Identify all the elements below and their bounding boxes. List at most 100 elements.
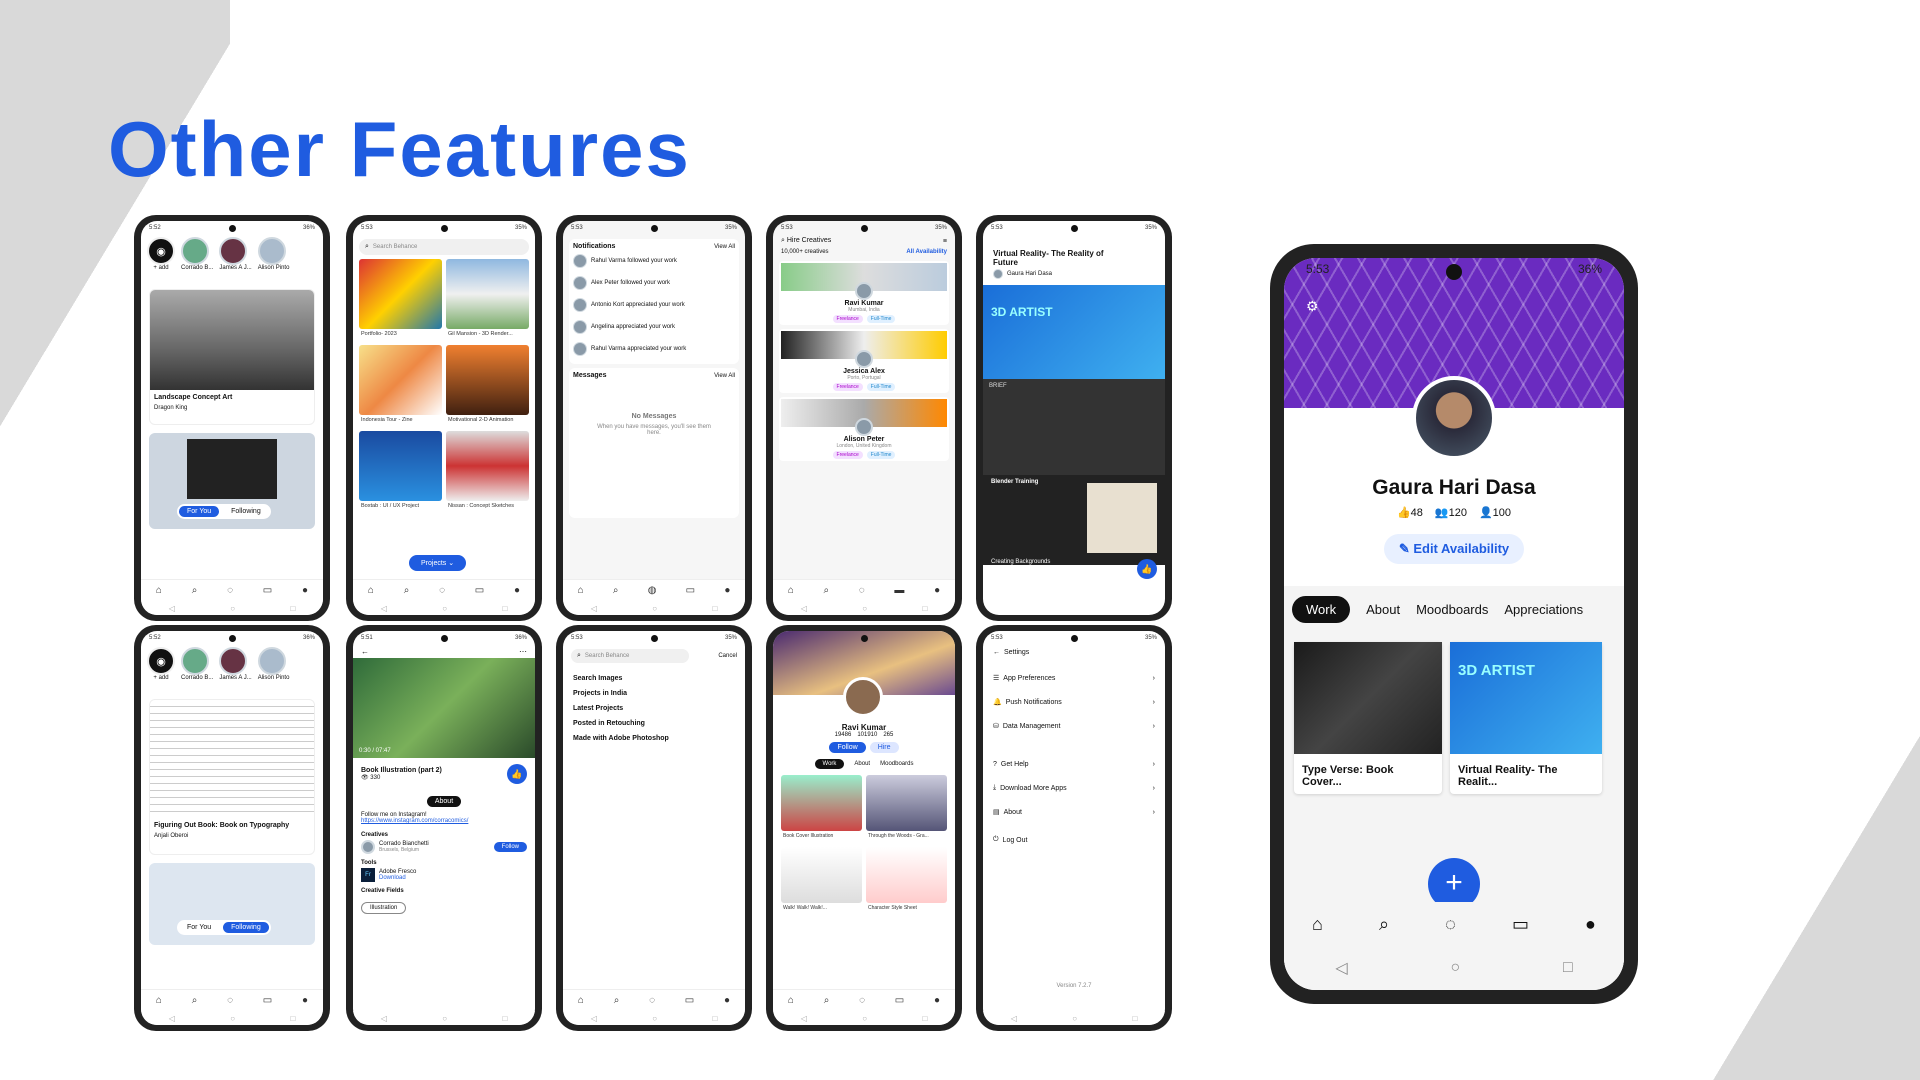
feed-card[interactable]: For You Following [149,433,315,529]
briefcase-icon[interactable]: ▭ [263,585,272,596]
tab-appreciations[interactable]: Appreciations [1504,602,1583,617]
settings-item[interactable]: ▤ About › [983,800,1165,824]
recents-icon[interactable]: □ [502,604,507,613]
home-button-icon[interactable]: ○ [652,1014,657,1023]
share-icon[interactable]: ⋯ [519,647,527,656]
suggestion-item[interactable]: Latest Projects [573,701,735,716]
cancel-button[interactable]: Cancel [718,653,737,659]
suggestion-item[interactable]: Made with Adobe Photoshop [573,731,735,746]
follow-button[interactable]: Follow [493,842,527,852]
back-icon[interactable]: ◁ [591,1014,597,1023]
for-you-tab[interactable]: For You [179,922,219,933]
search-result-card[interactable]: Gil Mansion - 3D Render... [446,259,529,341]
view-all-link[interactable]: View All [714,373,735,379]
creative-card[interactable]: Alison Peter London, United Kingdom Freela… [779,397,949,461]
story-avatar[interactable] [257,647,286,675]
home-button-icon[interactable]: ○ [230,604,235,613]
story-avatar[interactable] [257,237,286,265]
briefcase-icon[interactable]: ▭ [263,995,272,1006]
notification-item[interactable]: Rahul Varma appreciated your work [573,338,735,360]
home-button-icon[interactable]: ○ [862,1014,867,1023]
story-avatar[interactable] [219,647,248,675]
story-avatar[interactable] [181,237,209,265]
recents-icon[interactable]: □ [922,604,927,613]
camera-icon[interactable]: ◉ [147,237,175,265]
field-tag[interactable]: Illustration [361,902,407,914]
back-arrow-icon[interactable]: ← [361,647,369,656]
profile-icon[interactable]: ● [724,995,730,1006]
work-card[interactable]: Book Cover Illustration [781,775,862,843]
back-icon[interactable]: ◁ [591,604,597,613]
for-you-tab[interactable]: For You [179,506,220,517]
chat-icon[interactable]: ◌ [859,995,865,1006]
home-icon[interactable]: ⌂ [788,995,794,1006]
story-avatar[interactable] [181,647,209,675]
recents-icon[interactable]: □ [290,604,295,613]
profile-icon[interactable]: ● [934,995,940,1006]
hire-button[interactable]: Hire [869,742,899,753]
suggestion-item[interactable]: Posted in Retouching [573,716,735,731]
back-icon[interactable]: ◁ [169,604,175,613]
feed-card[interactable]: For You Following [149,863,315,945]
home-button-icon[interactable]: ○ [1072,1014,1077,1023]
chat-icon[interactable]: ◌ [439,585,445,596]
work-card[interactable]: Through the Woods - Gra... [866,775,947,843]
back-icon[interactable]: ◁ [381,1014,387,1023]
filter-icon[interactable]: ≡ [943,238,947,245]
projects-dropdown[interactable]: Projects ⌄ [409,555,467,571]
work-card[interactable]: Character Style Sheet [866,847,947,915]
chat-icon[interactable]: ◌ [859,585,865,596]
briefcase-icon[interactable]: ▬ [894,585,904,596]
search-icon[interactable]: ⌕ [824,585,830,596]
search-input[interactable]: ⌕ Search Behance [359,239,529,255]
search-result-card[interactable]: Portfolio- 2023 [359,259,442,341]
profile-icon[interactable]: ● [934,585,940,596]
recents-icon[interactable]: □ [712,604,717,613]
settings-item[interactable]: ? Get Help › [983,752,1165,776]
profile-avatar[interactable] [1412,376,1496,460]
home-icon[interactable]: ⌂ [368,585,374,596]
home-button-icon[interactable]: ○ [862,604,867,613]
home-icon[interactable]: ⌂ [156,995,162,1006]
suggestion-item[interactable]: Projects in India [573,686,735,701]
video-player[interactable]: 0:30 / 07:47 [353,658,535,758]
settings-item[interactable]: 🔔 Push Notifications › [983,690,1165,714]
back-icon[interactable]: ◁ [1335,958,1347,978]
appreciate-icon[interactable]: 👍 [1137,559,1157,579]
home-icon[interactable]: ⌂ [578,995,584,1006]
chat-icon[interactable]: ◌ [649,995,655,1006]
briefcase-icon[interactable]: ▭ [1512,914,1529,935]
home-button-icon[interactable]: ○ [1450,959,1460,977]
back-icon[interactable]: ◁ [381,604,387,613]
home-button-icon[interactable]: ○ [442,604,447,613]
following-tab[interactable]: Following [223,506,269,517]
recents-icon[interactable]: □ [922,1014,927,1023]
home-button-icon[interactable]: ○ [652,604,657,613]
briefcase-icon[interactable]: ▭ [685,995,694,1006]
tab-work[interactable]: Work [1292,596,1351,623]
tab-moodboards[interactable]: Moodboards [1416,602,1488,617]
work-card[interactable]: Type Verse: Book Cover... [1294,642,1442,794]
settings-item[interactable]: ⤓ Download More Apps › [983,776,1165,800]
back-icon[interactable]: ◁ [1011,1014,1017,1023]
profile-icon[interactable]: ● [302,585,308,596]
creative-card[interactable]: Ravi Kumar Mumbai, India Freelance Full-Tim… [779,261,949,325]
briefcase-icon[interactable]: ▭ [895,995,904,1006]
search-result-card[interactable]: Nissan : Concept Sketches [446,431,529,513]
notification-item[interactable]: Angelina appreciated your work [573,316,735,338]
notification-item[interactable]: Alex Peter followed your work [573,272,735,294]
home-icon[interactable]: ⌂ [788,585,794,596]
download-link[interactable]: Download [379,875,416,881]
recents-icon[interactable]: □ [1563,959,1573,977]
work-card[interactable]: Walk! Walk! Walk!... [781,847,862,915]
search-icon[interactable]: ⌕ [192,585,198,596]
search-result-card[interactable]: Motivational 2-D Animation [446,345,529,427]
profile-icon[interactable]: ● [724,585,730,596]
search-icon[interactable]: ⌕ [192,995,198,1006]
back-icon[interactable]: ◁ [169,1014,175,1023]
about-pill[interactable]: About [426,796,462,807]
recents-icon[interactable]: □ [1132,1014,1137,1023]
profile-icon[interactable]: ● [514,585,520,596]
appreciate-icon[interactable]: 👍 [507,764,527,784]
settings-item[interactable]: ⛁ Data Management › [983,714,1165,738]
